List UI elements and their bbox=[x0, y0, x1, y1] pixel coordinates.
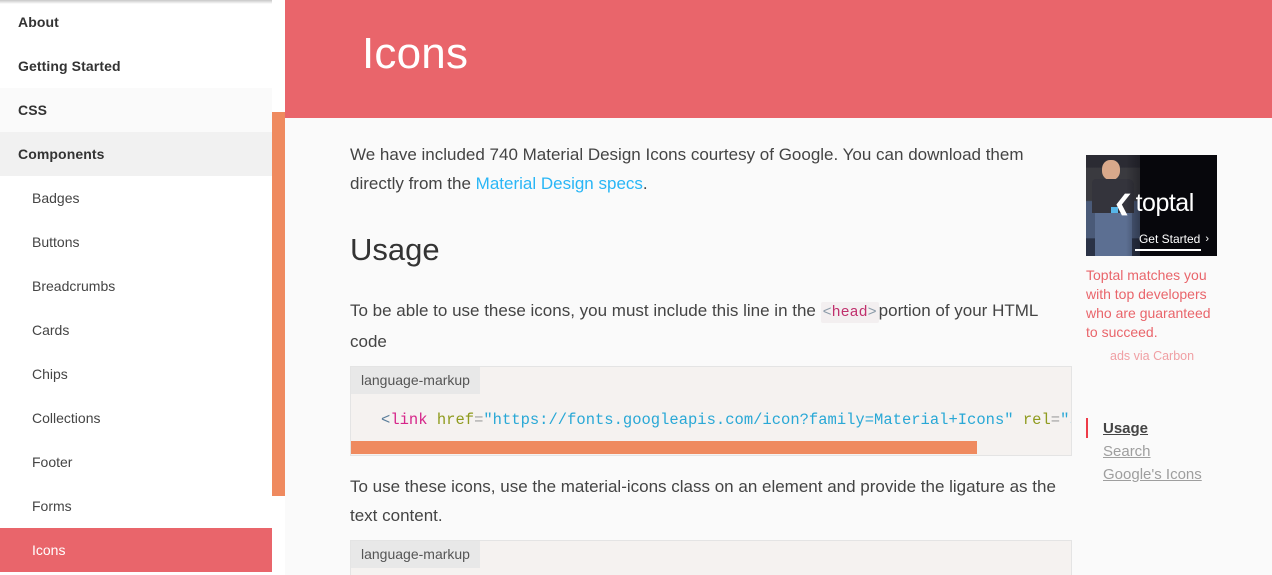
sidebar-item-label: About bbox=[18, 14, 59, 30]
ad-image[interactable]: ❮ toptal Get Started › bbox=[1086, 155, 1217, 256]
sidebar-item-getting-started[interactable]: Getting Started bbox=[0, 44, 272, 88]
code1-token-3: href bbox=[436, 411, 475, 430]
sidebar-item-label: Icons bbox=[32, 542, 66, 558]
code-language-label-2: language-markup bbox=[351, 541, 480, 569]
sidebar-item-about[interactable]: About bbox=[0, 0, 272, 44]
sidebar-top-shadow bbox=[0, 0, 272, 4]
sidebar-item-label: Getting Started bbox=[18, 58, 121, 74]
toptal-chevron-icon: ❮ bbox=[1112, 192, 1134, 215]
sidebar-item-collections[interactable]: Collections bbox=[0, 396, 272, 440]
inline-code-gt: > bbox=[867, 304, 877, 322]
sidebar-item-label: Footer bbox=[32, 454, 73, 470]
sidebar-item-label: Buttons bbox=[32, 234, 80, 250]
usage-head-paragraph: To be able to use these icons, you must … bbox=[350, 296, 1072, 356]
sidebar-item-cards[interactable]: Cards bbox=[0, 308, 272, 352]
code1-token-0: < bbox=[381, 411, 391, 430]
sidebar-item-buttons[interactable]: Buttons bbox=[0, 220, 272, 264]
toc-item-usage[interactable]: Usage bbox=[1086, 417, 1272, 440]
code1-token-6 bbox=[1014, 411, 1023, 429]
page-root: About Getting Started CSS Components Badges B… bbox=[0, 0, 1272, 575]
code1-token-4: = bbox=[474, 411, 484, 430]
ad-description[interactable]: Toptal matches you with top developers w… bbox=[1086, 266, 1219, 342]
ad-cta-underline bbox=[1135, 249, 1201, 251]
code1-token-1: link bbox=[390, 411, 428, 430]
sidebar-item-label: Badges bbox=[32, 190, 80, 206]
toc-item-google-s-icons[interactable]: Google's Icons bbox=[1086, 463, 1272, 486]
sidebar-scrollbar-thumb[interactable] bbox=[272, 112, 285, 496]
sidebar-item-css[interactable]: CSS bbox=[0, 88, 272, 132]
intro-paragraph: We have included 740 Material Design Ico… bbox=[350, 140, 1072, 198]
sidebar-item-list: About Getting Started CSS Components Badges B… bbox=[0, 0, 272, 572]
sidebar-item-breadcrumbs[interactable]: Breadcrumbs bbox=[0, 264, 272, 308]
toc-item-search[interactable]: Search bbox=[1086, 440, 1272, 463]
ad-cta-label: Get Started bbox=[1138, 232, 1201, 246]
usage-class-paragraph: To use these icons, use the material-ico… bbox=[350, 477, 1056, 526]
code-block-i-tag[interactable]: language-markup <i class="material-icons… bbox=[350, 540, 1072, 575]
sidebar-item-label: Breadcrumbs bbox=[32, 278, 116, 294]
table-of-contents: Usage Search Google's Icons bbox=[1086, 417, 1272, 486]
sidebar-item-label: Components bbox=[18, 146, 105, 162]
sidebar-item-forms[interactable]: Forms bbox=[0, 484, 272, 528]
toptal-logo: ❮ toptal bbox=[1112, 189, 1195, 217]
chevron-right-icon: › bbox=[1205, 233, 1209, 245]
right-rail: ❮ toptal Get Started › Toptal matches yo… bbox=[1086, 155, 1272, 363]
sidebar-item-badges[interactable]: Badges bbox=[0, 176, 272, 220]
page-title: Icons bbox=[362, 29, 469, 78]
ad-powered-by[interactable]: ads via Carbon bbox=[1110, 349, 1217, 363]
toptal-wordmark: toptal bbox=[1135, 189, 1195, 217]
sidebar-item-label: CSS bbox=[18, 102, 48, 118]
code1-token-5: "https://fonts.googleapis.com/icon?famil… bbox=[483, 411, 1014, 430]
usage-head-text-1: To be able to use these icons, you must … bbox=[350, 301, 821, 321]
sidebar-item-label: Chips bbox=[32, 366, 68, 382]
sidebar-item-icons[interactable]: Icons bbox=[0, 528, 272, 572]
left-sidebar-nav: About Getting Started CSS Components Badges B… bbox=[0, 0, 272, 575]
inline-code-lt: < bbox=[822, 304, 832, 322]
code1-token-8: = bbox=[1050, 411, 1061, 430]
article-body: We have included 740 Material Design Ico… bbox=[350, 140, 1072, 575]
sidebar-item-components[interactable]: Components bbox=[0, 132, 272, 176]
sidebar-item-label: Forms bbox=[32, 498, 72, 514]
code1-token-9: "sty bbox=[1060, 411, 1071, 430]
sidebar-item-footer[interactable]: Footer bbox=[0, 440, 272, 484]
inline-code-head-tag: <head> bbox=[820, 302, 879, 324]
sidebar-item-chips[interactable]: Chips bbox=[0, 352, 272, 396]
code-hscrollbar-track-1[interactable] bbox=[351, 441, 1071, 456]
material-design-specs-link[interactable]: Material Design specs bbox=[476, 174, 643, 193]
code1-token-7: rel bbox=[1022, 411, 1051, 430]
code-language-label-1: language-markup bbox=[351, 367, 480, 395]
sidebar-item-label: Cards bbox=[32, 322, 70, 338]
intro-text-2: . bbox=[642, 174, 648, 193]
intro-text-1: We have included 740 Material Design Ico… bbox=[350, 145, 1024, 193]
inline-code-tagname: head bbox=[831, 304, 868, 322]
code-hscrollbar-thumb-1[interactable] bbox=[351, 441, 977, 455]
usage-heading: Usage bbox=[350, 232, 440, 267]
code1-token-2 bbox=[428, 411, 437, 429]
sidebar-item-label: Collections bbox=[32, 410, 101, 426]
carbon-ad[interactable]: ❮ toptal Get Started › Toptal matches yo… bbox=[1086, 155, 1217, 363]
code-block-link-tag[interactable]: language-markup <link href="https://font… bbox=[350, 366, 1072, 457]
ad-cta[interactable]: Get Started › bbox=[1135, 232, 1209, 251]
page-banner: Icons bbox=[285, 0, 1272, 118]
ad-photo-head bbox=[1102, 160, 1120, 180]
